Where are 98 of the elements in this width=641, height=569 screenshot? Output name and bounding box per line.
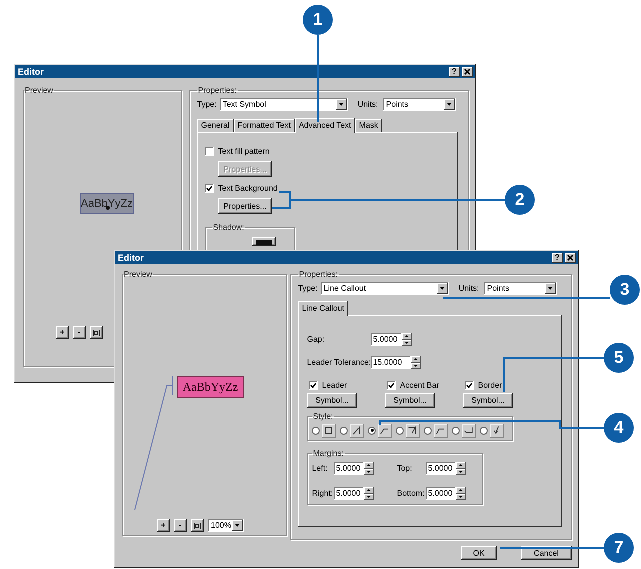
checkbox[interactable] [387, 381, 396, 390]
number-field[interactable]: 5.0000 [426, 487, 456, 500]
caret-icon [338, 103, 344, 106]
group-label: Preview [24, 86, 54, 95]
number-field[interactable]: 5.0000 [426, 462, 456, 475]
full-extent-icon [93, 330, 100, 336]
number-field[interactable]: 5.0000 [334, 487, 364, 500]
symbol-button[interactable]: Symbol... [307, 393, 358, 408]
zoom-button[interactable]: + [56, 326, 69, 339]
field-label: Type: [197, 100, 217, 109]
properties-button[interactable]: Properties... [218, 198, 272, 214]
group-label: Preview [123, 270, 154, 279]
tab[interactable]: Mask [355, 119, 382, 132]
checkbox[interactable] [309, 381, 318, 390]
radio-button[interactable] [396, 426, 404, 434]
caret-icon [548, 287, 554, 290]
fit-button[interactable] [90, 326, 103, 339]
checkbox-label: Text fill pattern [218, 147, 270, 156]
field-label: Gap: [307, 335, 326, 344]
window-title: Editor [18, 66, 44, 76]
zoom-button[interactable]: - [73, 326, 86, 339]
field-label: Left: [312, 464, 329, 473]
symbol-button[interactable]: Symbol... [463, 393, 514, 408]
checkbox[interactable] [465, 381, 474, 390]
field-label: Units: [458, 284, 480, 293]
group-label: Margins: [312, 449, 345, 458]
radio-button[interactable] [340, 426, 348, 434]
help-button[interactable]: ? [449, 66, 460, 76]
ok-button[interactable]: OK [461, 546, 497, 560]
checkbox[interactable] [205, 184, 214, 193]
leader-style-icon [406, 424, 420, 438]
checkbox-label: Text Background [218, 184, 278, 193]
field-label: Right: [312, 489, 334, 498]
leader-style-icon [350, 424, 364, 438]
group-label: Style: [312, 412, 334, 421]
type-dropdown[interactable]: Text Symbol [220, 98, 348, 111]
group-label: Shadow: [212, 223, 246, 232]
caret-icon [447, 103, 452, 106]
symbol-button[interactable]: Symbol... [385, 393, 436, 408]
caret-icon [235, 524, 240, 527]
leader-style-icon [462, 424, 476, 438]
number-field[interactable]: 5.0000 [371, 333, 402, 346]
step-badge: 7 [604, 533, 634, 563]
radio-button[interactable] [312, 426, 320, 434]
tab[interactable]: General [197, 119, 234, 132]
spinner-control[interactable] [456, 487, 466, 500]
tab[interactable]: Line Callout [298, 301, 348, 316]
step-badge: 5 [604, 343, 634, 373]
group-label: Properties: [298, 270, 339, 279]
anchor-point-icon [106, 206, 110, 210]
color-button[interactable] [252, 237, 276, 246]
zoom-dropdown[interactable]: 100% [208, 519, 244, 532]
close-icon [567, 254, 574, 260]
field-label: Top: [397, 464, 414, 473]
leader-style-icon [434, 424, 448, 438]
leader-style-icon [490, 424, 504, 438]
sample-text: AaBbYyZz [177, 376, 244, 398]
units-dropdown[interactable]: Points [383, 98, 456, 111]
window-title: Editor [118, 252, 144, 262]
caret-icon [440, 287, 445, 290]
leader-style-icon [322, 424, 336, 438]
spinner-control[interactable] [456, 462, 466, 475]
group-label: Properties: [197, 86, 238, 95]
leader-style-icon [378, 424, 392, 438]
full-extent-icon [194, 522, 201, 528]
step-badge: 4 [604, 413, 634, 443]
radio-button[interactable] [368, 426, 376, 434]
units-dropdown[interactable]: Points [484, 282, 558, 295]
radio-button[interactable] [424, 426, 432, 434]
spinner-control[interactable] [364, 462, 374, 475]
close-button[interactable] [462, 66, 473, 76]
radio-button[interactable] [480, 426, 488, 434]
step-badge: 3 [610, 275, 640, 305]
number-field[interactable]: 15.0000 [371, 356, 412, 369]
field-label: Units: [358, 100, 378, 109]
sample-text: AaBbYyZz [80, 193, 134, 214]
fit-button[interactable] [191, 519, 204, 532]
spinner-control[interactable] [364, 487, 374, 500]
close-icon [464, 68, 471, 74]
close-button[interactable] [565, 252, 576, 262]
help-button[interactable]: ? [552, 252, 563, 262]
field-label: Bottom: [397, 489, 426, 498]
field-label: Leader Tolerance: [307, 358, 372, 367]
field-label: Type: [298, 284, 318, 293]
checkbox-label: Border [478, 381, 502, 390]
spinner-control[interactable] [411, 356, 422, 369]
tab[interactable]: Formatted Text [234, 119, 295, 132]
tab[interactable]: Advanced Text [294, 118, 356, 133]
type-dropdown[interactable]: Line Callout [320, 282, 449, 295]
number-field[interactable]: 5.0000 [334, 462, 364, 475]
zoom-button[interactable]: - [174, 519, 187, 532]
spinner-control[interactable] [402, 333, 412, 346]
step-badge: 2 [505, 185, 535, 215]
checkbox-label: Leader [322, 381, 348, 390]
zoom-button[interactable]: + [157, 519, 170, 532]
step-badge: 1 [303, 5, 333, 35]
checkbox-label: Accent Bar [400, 381, 440, 390]
radio-button[interactable] [452, 426, 460, 434]
